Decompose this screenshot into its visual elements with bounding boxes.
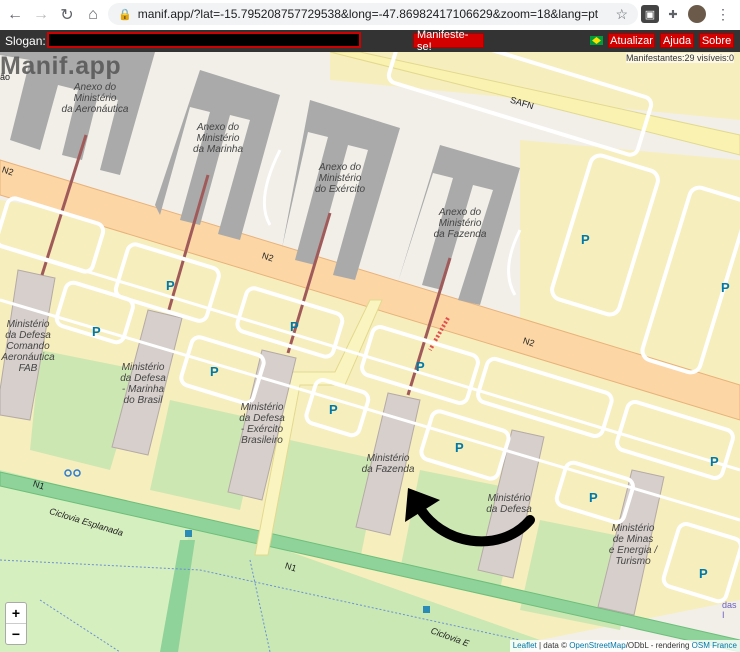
- forward-icon[interactable]: →: [30, 4, 52, 26]
- puzzle-icon[interactable]: ✚: [664, 5, 682, 23]
- parking-icon: P: [721, 280, 730, 295]
- parking-icon: P: [329, 402, 338, 417]
- parking-icon: P: [710, 454, 719, 469]
- label-anexo-aeronautica: Anexo do Ministério da Aeronáutica: [61, 82, 129, 115]
- slogan-label: Slogan:: [5, 34, 46, 48]
- address-bar[interactable]: 🔒 manif.app/?lat=-15.795208757729538&lon…: [108, 3, 638, 25]
- avatar[interactable]: [688, 5, 706, 23]
- label-min-defesa-aero: Ministério da Defesa Comando Aeronáutica…: [1, 319, 55, 374]
- parking-icon: P: [699, 566, 708, 581]
- leaflet-link[interactable]: Leaflet: [513, 641, 537, 650]
- about-button[interactable]: Sobre: [699, 33, 734, 48]
- map-canvas[interactable]: Anexo do Ministério da Aeronáutica Anexo…: [0, 52, 740, 652]
- attribution-text: /ODbL - rendering: [625, 641, 692, 650]
- slogan-input[interactable]: [47, 32, 361, 48]
- label-anexo-fazenda: Anexo do Ministério da Fazenda: [433, 207, 487, 240]
- parking-icon: P: [455, 440, 464, 455]
- refresh-button[interactable]: Atualizar: [608, 33, 655, 48]
- parking-icon: P: [416, 359, 425, 374]
- back-icon[interactable]: ←: [4, 4, 26, 26]
- app-toolbar: Slogan: Manifeste-se! Atualizar Ajuda So…: [0, 29, 740, 53]
- label-min-fazenda: Ministério da Fazenda: [361, 453, 415, 475]
- help-button[interactable]: Ajuda: [660, 33, 694, 48]
- home-icon[interactable]: ⌂: [82, 4, 104, 26]
- extension-icon[interactable]: ▣: [641, 5, 659, 23]
- reload-icon[interactable]: ↻: [56, 4, 78, 26]
- edge-label: das I: [722, 600, 737, 620]
- label-min-minas: Ministério de Minas e Energia / Turismo: [608, 523, 658, 567]
- zoom-out-button[interactable]: −: [6, 624, 26, 644]
- label-anexo-exercito: Anexo do Ministério do Exército: [314, 162, 366, 195]
- protester-counter: Manifestantes:29 visíveis:0: [625, 53, 734, 63]
- map-attribution: Leaflet | data © OpenStreetMap/ODbL - re…: [509, 640, 740, 652]
- osm-france-link[interactable]: OSM France: [692, 641, 737, 650]
- parking-icon: P: [166, 278, 175, 293]
- label-min-defesa-exercito: Ministério da Defesa - Exército Brasilei…: [239, 402, 285, 446]
- label-min-defesa-marinha: Ministério da Defesa - Marinha do Brasil: [120, 362, 166, 406]
- url-text: manif.app/?lat=-15.795208757729538&long=…: [137, 7, 599, 21]
- parking-icon: P: [589, 490, 598, 505]
- parking-icon: P: [92, 324, 101, 339]
- app-logo: Manif.app: [0, 52, 122, 80]
- attribution-text: | data ©: [536, 641, 570, 650]
- menu-icon[interactable]: ⋮: [714, 5, 732, 23]
- manifest-button[interactable]: Manifeste-se!: [413, 29, 484, 53]
- label-anexo-marinha: Anexo do Ministério da Marinha: [192, 122, 244, 155]
- label-min-defesa: Ministério da Defesa: [486, 493, 532, 515]
- parking-icon: P: [210, 364, 219, 379]
- zoom-in-button[interactable]: +: [6, 603, 26, 624]
- osm-link[interactable]: OpenStreetMap: [569, 641, 625, 650]
- zoom-control: + −: [5, 602, 27, 645]
- browser-toolbar: ← → ↻ ⌂ 🔒 manif.app/?lat=-15.79520875772…: [0, 0, 740, 31]
- brazil-flag-icon[interactable]: [590, 36, 603, 45]
- bookmark-star-icon[interactable]: ☆: [615, 6, 628, 23]
- lock-icon: 🔒: [118, 8, 132, 21]
- parking-icon: P: [581, 232, 590, 247]
- parking-icon: P: [290, 319, 299, 334]
